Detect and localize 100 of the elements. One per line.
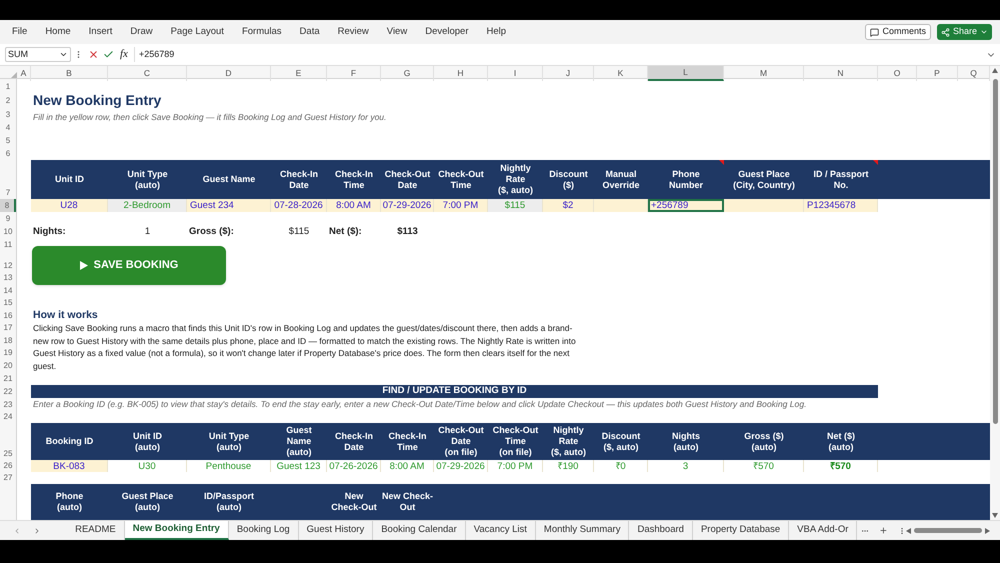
table-cell[interactable]: 7:00 PM [434, 199, 488, 212]
column-header[interactable]: I [488, 66, 543, 81]
horizontal-scrollbar[interactable] [906, 526, 990, 536]
table-cell[interactable]: P12345678 [804, 199, 878, 212]
previous-sheet-icon[interactable] [13, 526, 22, 536]
row-header[interactable]: 5 [0, 134, 16, 147]
help-paragraph: Clicking Save Booking runs a macro that finds this Unit ID's row in Booking Log and updates the guest/dates/discount there, then adds a brand-new row to Guest History with the same details plus phone, place and ID — formatted to match the existing rows. The Nightly Rate is written into Guest History as a fixed value (not a formula), so it won't change later if Property Database's price does. The form then clears itself for the next guest. [32, 322, 577, 372]
menu-tab[interactable]: Insert [88, 24, 112, 40]
save-booking-button[interactable]: SAVE BOOKING [32, 246, 226, 285]
menu-tab[interactable]: Draw [130, 24, 153, 40]
menu-tab[interactable]: Developer [425, 24, 469, 40]
menu-tab[interactable]: Help [486, 24, 506, 40]
row-header[interactable]: 26 [0, 460, 16, 472]
scrollbar-thumb[interactable] [914, 528, 982, 533]
menu-tab[interactable]: File [12, 24, 28, 40]
column-header[interactable]: O [878, 66, 917, 81]
scroll-right-icon[interactable] [985, 528, 990, 534]
row-header[interactable]: 21 [0, 372, 16, 385]
row-header[interactable]: 3 [0, 107, 16, 121]
row-header[interactable]: 20 [0, 359, 16, 372]
row-header[interactable]: 4 [0, 121, 16, 134]
row-header[interactable]: 6 [0, 147, 16, 160]
sheet-tab[interactable]: New Booking Entry [124, 521, 229, 540]
row-header[interactable]: 27 [0, 472, 16, 484]
column-header[interactable]: F [327, 66, 381, 81]
row-header[interactable]: 10 [0, 225, 16, 238]
row-header[interactable]: 2 [0, 93, 16, 107]
row-header[interactable]: 13 [0, 272, 16, 284]
menu-tab[interactable]: Formulas [242, 24, 282, 40]
menu-tab[interactable]: Review [338, 24, 369, 40]
column-heading: ID / Passport No. [813, 168, 868, 190]
row-header[interactable]: 8 [0, 199, 16, 212]
row-header[interactable]: 19 [0, 347, 16, 359]
row-header[interactable]: 14 [0, 284, 16, 297]
table-cell[interactable]: 07-29-2026 [381, 199, 434, 212]
table-cell[interactable] [724, 199, 804, 212]
menu-tab[interactable]: Home [45, 24, 71, 40]
column-header[interactable]: J [543, 66, 594, 81]
share-icon [940, 28, 950, 36]
column-heading: Net ($) (auto) [826, 430, 855, 452]
row-header[interactable]: 23 [0, 398, 16, 411]
column-header[interactable]: D [187, 66, 271, 81]
name-box[interactable]: SUM [5, 47, 71, 62]
share-button[interactable]: Share [936, 24, 992, 40]
table-cell[interactable]: +256789 [648, 199, 724, 212]
table-cell: $115 [488, 199, 543, 212]
menu-tab[interactable]: Data [300, 24, 320, 40]
row-header[interactable]: 7 [0, 160, 16, 199]
row-header[interactable]: 12 [0, 251, 16, 272]
column-header[interactable]: G [381, 66, 434, 81]
column-header[interactable]: P [917, 66, 958, 81]
table-cell[interactable]: 8:00 AM [327, 199, 381, 212]
column-heading: Guest Place (City, Country) [733, 168, 795, 190]
table-cell[interactable]: $2 [543, 199, 594, 212]
add-sheet-icon[interactable] [879, 525, 888, 536]
table-cell[interactable]: 07-28-2026 [271, 199, 327, 212]
column-heading: New Check-Out [331, 491, 377, 513]
cancel-icon[interactable] [88, 49, 99, 60]
table-cell[interactable] [594, 199, 648, 212]
section-banner: FIND / UPDATE BOOKING BY ID [31, 385, 878, 398]
row-header[interactable]: 24 [0, 411, 16, 423]
column-heading: Guest Name (auto) [286, 425, 312, 458]
row-header[interactable]: 9 [0, 212, 16, 225]
scroll-down-icon[interactable] [992, 513, 998, 518]
confirm-icon[interactable] [103, 49, 114, 60]
formula-input[interactable]: +256789 [134, 47, 986, 62]
row-header[interactable]: 17 [0, 322, 16, 334]
table-cell[interactable]: U28 [31, 199, 108, 212]
column-header[interactable]: N [804, 66, 878, 81]
row-header[interactable]: 1 [0, 79, 16, 93]
function-button[interactable]: fx [120, 46, 128, 63]
vertical-scrollbar[interactable] [990, 66, 1000, 520]
column-heading: Unit Type (auto) [208, 430, 250, 452]
column-heading: Manual Override [602, 168, 640, 190]
column-heading: Check-In Date [280, 168, 318, 190]
column-heading: Guest Place (auto) [122, 491, 174, 513]
row-header[interactable]: 16 [0, 309, 16, 322]
row-header[interactable]: 11 [0, 238, 16, 251]
column-header[interactable]: B [31, 66, 108, 81]
row-header[interactable]: 25 [0, 423, 16, 460]
row-header[interactable]: 22 [0, 385, 16, 398]
next-sheet-icon[interactable] [33, 526, 42, 536]
column-header[interactable]: L [648, 66, 724, 81]
scroll-up-icon[interactable] [992, 68, 998, 73]
menu-tab[interactable]: View [386, 24, 408, 40]
scrollbar-thumb[interactable] [992, 79, 998, 424]
column-header[interactable]: H [434, 66, 488, 81]
column-heading: Phone (auto) [56, 491, 84, 513]
table-cell: 07-26-2026 [327, 460, 381, 472]
row-header[interactable]: 18 [0, 334, 16, 347]
column-heading: Check-Out Time (on file) [492, 425, 538, 458]
column-header[interactable]: C [108, 66, 187, 81]
scroll-left-icon[interactable] [906, 528, 912, 534]
row-header[interactable]: 15 [0, 297, 16, 309]
menu-tab[interactable]: Page Layout [170, 24, 224, 40]
table-cell[interactable]: Guest 234 [187, 199, 271, 212]
comments-button[interactable]: Comments [865, 24, 931, 40]
column-header[interactable]: E [271, 66, 327, 81]
table-cell[interactable]: BK-083 [31, 460, 108, 472]
column-header[interactable]: M [724, 66, 804, 81]
